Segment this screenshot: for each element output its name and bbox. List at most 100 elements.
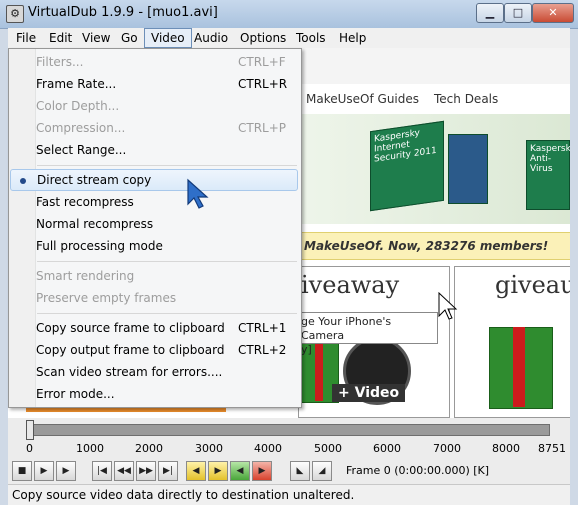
promo-text: MakeUseOf. Now, 283276 members! xyxy=(304,239,549,253)
menu-item-label: Preserve empty frames xyxy=(36,291,177,305)
stop-icon[interactable]: ■ xyxy=(12,461,32,481)
video-menu-dropdown: Filters... CTRL+F Frame Rate... CTRL+R C… xyxy=(8,48,302,408)
go-start-icon[interactable]: |◀ xyxy=(92,461,112,481)
nav-link-guides: MakeUseOf Guides xyxy=(306,92,420,106)
menu-separator xyxy=(37,165,297,166)
prev-scene-icon[interactable]: ◀ xyxy=(230,461,250,481)
menu-go[interactable]: Go xyxy=(115,28,144,48)
menu-view[interactable]: View xyxy=(76,28,116,48)
play-input-icon[interactable]: ▶ xyxy=(34,461,54,481)
timeline-thumb[interactable] xyxy=(26,420,34,440)
tick-label: 3000 xyxy=(195,442,223,455)
image-tooltip: ge Your iPhone's Camera y] xyxy=(296,312,438,356)
menu-file[interactable]: File xyxy=(10,28,42,48)
tick-label: 6000 xyxy=(373,442,401,455)
mouse-cursor-icon xyxy=(187,178,209,209)
menu-item-label: Frame Rate... xyxy=(36,77,117,91)
kaspersky-box-1: Kaspersky Internet Security 2011 xyxy=(370,120,444,212)
menu-item-filters[interactable]: Filters... CTRL+F xyxy=(10,51,298,73)
tick-label: 4000 xyxy=(254,442,282,455)
kaspersky-box-2: Kaspersky Anti-Virus xyxy=(526,140,570,210)
menu-item-frame-rate[interactable]: Frame Rate... CTRL+R xyxy=(10,73,298,95)
menu-options[interactable]: Options xyxy=(234,28,292,48)
tick-label: 0 xyxy=(26,442,33,455)
menu-item-accel: CTRL+F xyxy=(238,55,286,69)
menu-item-direct-stream-copy[interactable]: Direct stream copy xyxy=(10,169,298,191)
arrow-cursor-icon xyxy=(438,292,458,320)
menu-item-label: Full processing mode xyxy=(36,239,163,253)
menu-item-accel: CTRL+2 xyxy=(238,343,287,357)
tick-label: 8000 xyxy=(492,442,520,455)
nav-link-deals: Tech Deals xyxy=(434,92,499,106)
menu-item-label: Select Range... xyxy=(36,143,127,157)
video-label: + Video xyxy=(332,384,406,402)
menu-item-normal-recompress[interactable]: Normal recompress xyxy=(10,213,298,235)
radio-selected-icon xyxy=(20,178,26,184)
menu-item-label: Normal recompress xyxy=(36,217,154,231)
tick-label: 5000 xyxy=(314,442,342,455)
play-output-icon[interactable]: ▶ xyxy=(56,461,76,481)
menu-item-label: Smart rendering xyxy=(36,269,135,283)
kaspersky-box-back xyxy=(448,134,488,204)
playback-controls: ■ ▶ ▶ |◀ ◀◀ ▶▶ ▶| ◀ ▶ ◀ ▶ ◣ ◢ Frame 0 (0… xyxy=(8,458,570,484)
menu-item-full-processing[interactable]: Full processing mode xyxy=(10,235,298,257)
menu-item-label: Fast recompress xyxy=(36,195,134,209)
frame-info: Frame 0 (0:00:00.000) [K] xyxy=(346,464,490,477)
kaspersky-banner: Kaspersky Internet Security 2011 Kaspers… xyxy=(298,114,570,224)
menu-item-label: Scan video stream for errors.... xyxy=(36,365,223,379)
tooltip-line-2: y] xyxy=(301,343,312,356)
title-bar: ⚙ VirtualDub 1.9.9 - [muo1.avi] ▁ □ ✕ xyxy=(0,0,578,29)
next-key-icon[interactable]: ▶ xyxy=(208,461,228,481)
mark-in-icon[interactable]: ◣ xyxy=(290,461,310,481)
ribbon-icon xyxy=(513,327,525,407)
prev-key-icon[interactable]: ◀ xyxy=(186,461,206,481)
menu-item-label: Error mode... xyxy=(36,387,115,401)
menu-item-fast-recompress[interactable]: Fast recompress xyxy=(10,191,298,213)
promo-bar: MakeUseOf. Now, 283276 members! xyxy=(298,232,570,260)
tick-label: 2000 xyxy=(135,442,163,455)
menu-item-accel: CTRL+P xyxy=(238,121,287,135)
menu-item-smart-rendering[interactable]: Smart rendering xyxy=(10,265,298,287)
menu-item-label: Direct stream copy xyxy=(37,173,152,187)
menu-item-error-mode[interactable]: Error mode... xyxy=(10,383,298,405)
menu-audio[interactable]: Audio xyxy=(188,28,234,48)
menu-tools[interactable]: Tools xyxy=(290,28,332,48)
app-icon[interactable]: ⚙ xyxy=(6,5,24,23)
menu-bar: File Edit View Go Video Audio Options To… xyxy=(8,28,570,49)
mark-out-icon[interactable]: ◢ xyxy=(312,461,332,481)
status-bar: Copy source video data directly to desti… xyxy=(8,484,570,505)
menu-video[interactable]: Video xyxy=(144,28,192,48)
menu-item-label: Filters... xyxy=(36,55,84,69)
menu-item-scan-errors[interactable]: Scan video stream for errors.... xyxy=(10,361,298,383)
menu-item-copy-output-frame[interactable]: Copy output frame to clipboard CTRL+2 xyxy=(10,339,298,361)
menu-item-preserve-empty[interactable]: Preserve empty frames xyxy=(10,287,298,309)
menu-item-select-range[interactable]: Select Range... xyxy=(10,139,298,161)
window-title: VirtualDub 1.9.9 - [muo1.avi] xyxy=(28,5,218,20)
menu-item-label: Color Depth... xyxy=(36,99,120,113)
minimize-button[interactable]: ▁ xyxy=(476,3,504,23)
next-scene-icon[interactable]: ▶ xyxy=(252,461,272,481)
close-button[interactable]: ✕ xyxy=(532,3,574,23)
menu-item-label: Copy output frame to clipboard xyxy=(36,343,225,357)
maximize-button[interactable]: □ xyxy=(504,3,532,23)
giveaway-card-right: giveau xyxy=(454,266,570,418)
menu-item-compression[interactable]: Compression... CTRL+P xyxy=(10,117,298,139)
status-text: Copy source video data directly to desti… xyxy=(12,488,355,502)
menu-separator xyxy=(37,313,297,314)
menu-help[interactable]: Help xyxy=(333,28,372,48)
timeline: 0 1000 2000 3000 4000 5000 6000 7000 800… xyxy=(8,418,570,458)
go-end-icon[interactable]: ▶| xyxy=(158,461,178,481)
menu-separator xyxy=(37,261,297,262)
timeline-track[interactable] xyxy=(28,424,550,436)
tick-label: 7000 xyxy=(433,442,461,455)
giveaway-title-right: giveau xyxy=(495,271,570,299)
menu-item-accel: CTRL+R xyxy=(238,77,288,91)
menu-item-copy-source-frame[interactable]: Copy source frame to clipboard CTRL+1 xyxy=(10,317,298,339)
menu-item-label: Compression... xyxy=(36,121,126,135)
tick-label: 8751 xyxy=(538,442,566,455)
menu-item-label: Copy source frame to clipboard xyxy=(36,321,225,335)
menu-item-color-depth[interactable]: Color Depth... xyxy=(10,95,298,117)
step-forward-icon[interactable]: ▶▶ xyxy=(136,461,156,481)
menu-edit[interactable]: Edit xyxy=(43,28,78,48)
step-back-icon[interactable]: ◀◀ xyxy=(114,461,134,481)
